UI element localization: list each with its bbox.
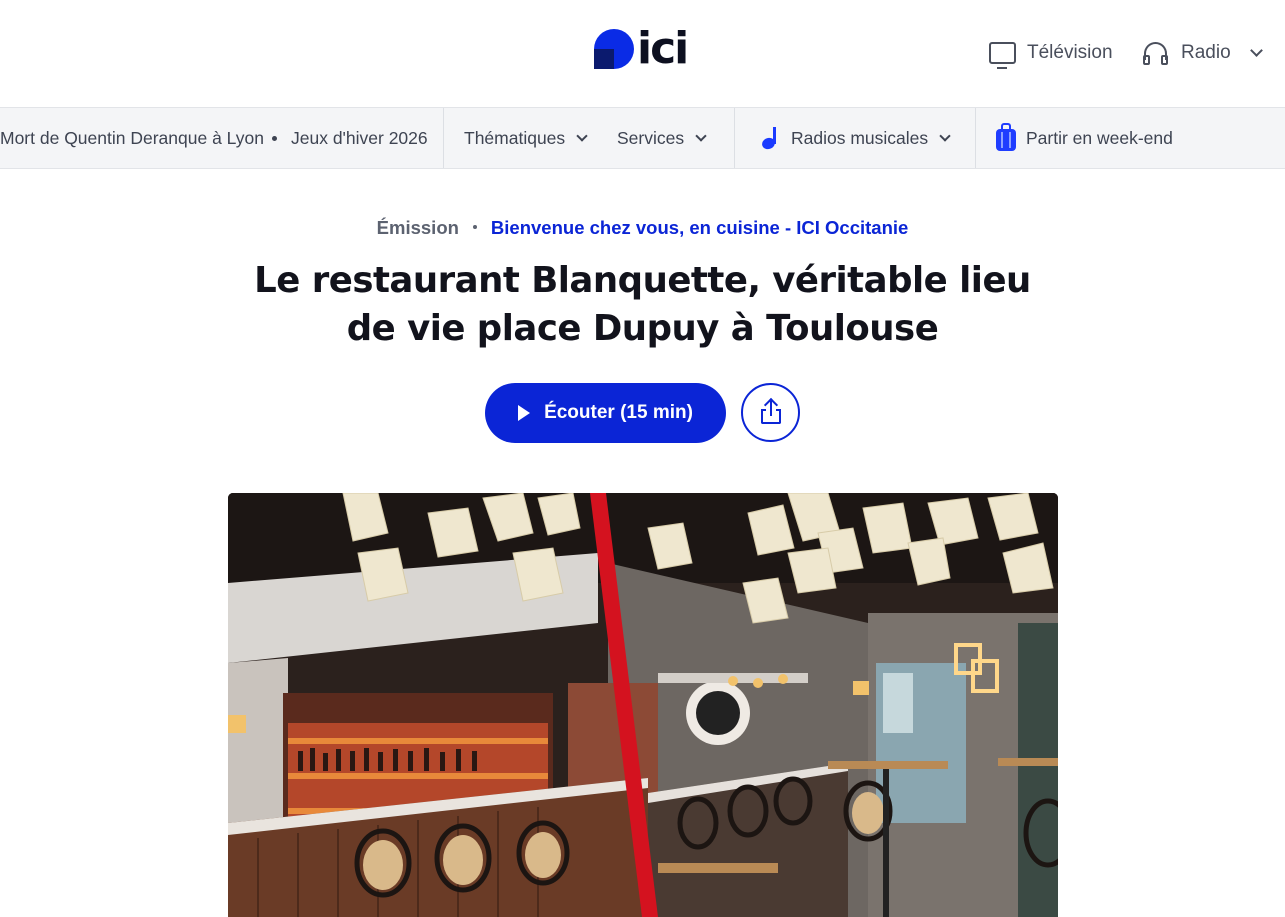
radio-menu[interactable]: Radio — [1143, 38, 1263, 68]
nav-topic-label: Mort de Quentin Deranque à Lyon — [0, 127, 264, 148]
chevron-down-icon — [939, 129, 951, 142]
logo-text: ici — [637, 23, 689, 74]
television-label: Télévision — [1027, 42, 1113, 63]
logo-mark — [594, 29, 634, 69]
nav-thematiques[interactable]: Thématiques — [464, 108, 588, 168]
nav-topic-jeux[interactable]: Jeux d'hiver 2026 — [291, 108, 428, 168]
radio-label: Radio — [1181, 42, 1231, 63]
nav-divider — [734, 108, 735, 168]
share-icon — [761, 397, 782, 425]
restaurant-photo — [228, 493, 1058, 917]
share-button[interactable] — [741, 383, 800, 442]
tv-icon — [989, 42, 1016, 69]
chevron-down-icon — [695, 129, 707, 142]
nav-topic-label: Jeux d'hiver 2026 — [291, 127, 428, 148]
content-type-label: Émission — [376, 217, 459, 238]
ici-logo[interactable]: ici — [594, 26, 694, 72]
chevron-down-icon — [1249, 44, 1263, 57]
listen-label: Écouter (15 min) — [544, 402, 693, 423]
headphones-icon — [1143, 41, 1168, 65]
title-line-1: Le restaurant Blanquette, véritable lieu — [254, 260, 1031, 301]
show-link[interactable]: Bienvenue chez vous, en cuisine - ICI Oc… — [491, 217, 908, 238]
main-nav: Mort de Quentin Deranque à Lyon Jeux d'h… — [0, 107, 1285, 169]
nav-services[interactable]: Services — [617, 108, 707, 168]
play-icon — [518, 405, 531, 421]
nav-week-end[interactable]: Partir en week-end — [996, 108, 1173, 168]
nav-divider — [443, 108, 444, 168]
article-kicker: Émission Bienvenue chez vous, en cuisine … — [0, 217, 1285, 239]
article-title: Le restaurant Blanquette, véritable lieu… — [200, 257, 1085, 353]
television-link[interactable]: Télévision — [989, 38, 1113, 69]
nav-divider — [975, 108, 976, 168]
music-note-icon — [760, 125, 780, 151]
nav-topic-quentin[interactable]: Mort de Quentin Deranque à Lyon — [0, 108, 264, 168]
title-line-2: de vie place Dupuy à Toulouse — [346, 308, 939, 349]
nav-radios-musicales[interactable]: Radios musicales — [760, 108, 951, 168]
nav-radios-label: Radios musicales — [791, 127, 929, 148]
article-hero-image — [228, 493, 1058, 917]
kicker-dot — [472, 225, 477, 230]
nav-thematiques-label: Thématiques — [464, 127, 566, 148]
listen-button[interactable]: Écouter (15 min) — [485, 383, 726, 443]
nav-week-end-label: Partir en week-end — [1026, 127, 1173, 148]
suitcase-icon — [996, 123, 1016, 153]
site-header: ici Télévision Radio — [0, 0, 1285, 107]
nav-dot-separator — [272, 136, 277, 141]
chevron-down-icon — [576, 129, 588, 142]
nav-services-label: Services — [617, 127, 685, 148]
